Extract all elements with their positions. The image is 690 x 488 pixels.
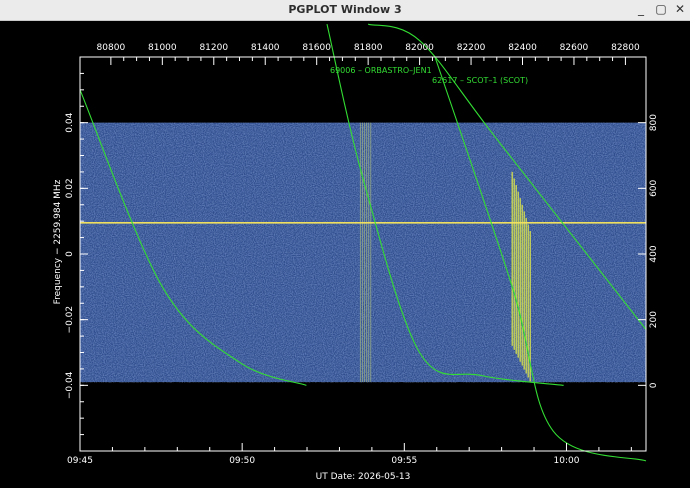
right-tick-label: 200: [649, 311, 659, 328]
maximize-button[interactable]: ▢: [654, 2, 668, 16]
window-title: PGPLOT Window 3: [288, 3, 402, 16]
waterfall-image: [80, 122, 646, 383]
waterfall-noise: [80, 122, 646, 383]
bottom-tick-label: 09:55: [391, 456, 417, 466]
left-tick-label: 0: [65, 251, 75, 257]
top-tick-label: 82200: [457, 43, 486, 53]
bottom-tick-label: 10:00: [554, 456, 580, 466]
top-tick-label: 82600: [560, 43, 589, 53]
minimize-button[interactable]: _: [634, 2, 648, 16]
top-tick-label: 81800: [354, 43, 383, 53]
top-tick-label: 81000: [148, 43, 177, 53]
left-tick-label: −0.04: [65, 371, 75, 399]
title-bar[interactable]: PGPLOT Window 3 _ ▢ ✕: [0, 0, 690, 21]
top-tick-label: 82000: [405, 43, 434, 53]
waterfall-plot: 69006 – ORBASTRO–JEN162617 – SCOT–1 (SCO…: [53, 23, 659, 482]
top-tick-label: 82800: [611, 43, 640, 53]
top-tick-label: 81400: [251, 43, 280, 53]
left-tick-label: −0.02: [65, 306, 75, 334]
top-tick-label: 81200: [199, 43, 228, 53]
top-tick-label: 82400: [508, 43, 537, 53]
y-axis-title: Frequency − 2259.984 MHz: [53, 179, 63, 304]
top-tick-label: 81600: [302, 43, 331, 53]
close-button[interactable]: ✕: [673, 2, 687, 16]
bottom-tick-label: 09:45: [67, 456, 93, 466]
bottom-tick-label: 09:50: [229, 456, 255, 466]
top-tick-label: 80800: [97, 43, 126, 53]
right-tick-label: 800: [649, 114, 659, 131]
left-tick-label: 0.02: [65, 178, 75, 198]
x-axis-title: UT Date: 2026-05-13: [316, 472, 411, 482]
right-tick-label: 400: [649, 245, 659, 262]
right-tick-label: 600: [649, 179, 659, 196]
track-label-0: 69006 – ORBASTRO–JEN1: [330, 66, 432, 75]
right-tick-label: 0: [649, 382, 659, 388]
track-label-1: 62617 – SCOT–1 (SCOT): [432, 76, 528, 85]
pgplot-window: PGPLOT Window 3 _ ▢ ✕ 69006 – ORBASTRO–J…: [0, 0, 690, 488]
left-tick-label: 0.04: [65, 112, 75, 132]
